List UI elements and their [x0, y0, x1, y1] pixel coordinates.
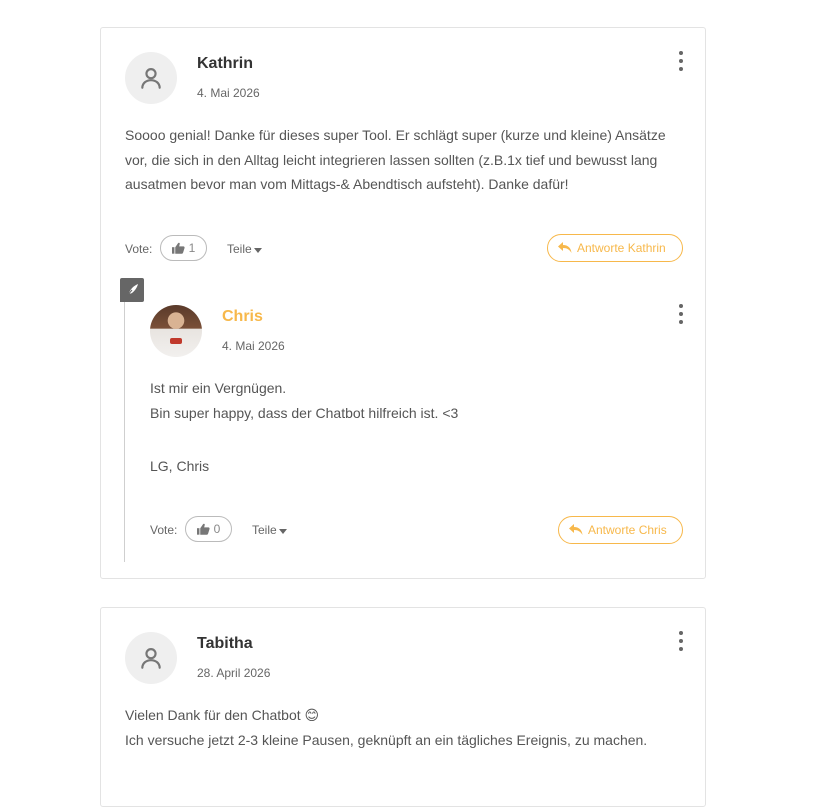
reply-line: Bin super happy, dass der Chatbot hilfre… [150, 404, 459, 421]
vote-label: Vote: [150, 523, 178, 537]
reply-button[interactable]: Antworte Chris [558, 516, 683, 544]
caret-down-icon [253, 247, 262, 253]
reply-line: Ist mir ein Vergnügen. [150, 380, 287, 396]
reply-button[interactable]: Antworte Kathrin [547, 234, 683, 262]
thumbs-up-icon [171, 242, 185, 254]
thread-line [124, 300, 125, 562]
comment-text-body: Soooo genial! Danke für dieses super Too… [125, 127, 666, 192]
reply-text: Ist mir ein Vergnügen. Bin super happy, … [150, 376, 680, 478]
more-options-icon[interactable] [675, 631, 687, 651]
feather-reply-icon [126, 284, 138, 297]
more-options-icon[interactable] [675, 51, 687, 71]
share-button[interactable]: Teile [252, 523, 287, 537]
comment-author[interactable]: Kathrin [197, 55, 253, 73]
reply-arrow-icon [569, 524, 583, 535]
upvote-button[interactable]: 0 [185, 516, 232, 542]
reply-line-blank [150, 425, 680, 454]
reply-label: Antworte Chris [588, 523, 667, 537]
comment-date[interactable]: 28. April 2026 [197, 666, 270, 680]
reply-author[interactable]: Chris [222, 308, 263, 326]
comment-author[interactable]: Tabitha [197, 635, 253, 653]
thumbs-up-icon [196, 523, 210, 535]
reply-badge [120, 278, 144, 302]
comment-text: Vielen Dank für den Chatbot 😊 Ich versuc… [125, 703, 685, 752]
comment-text: Soooo genial! Danke für dieses super Too… [125, 123, 685, 197]
comment-date[interactable]: 4. Mai 2026 [197, 86, 260, 100]
share-button[interactable]: Teile [227, 242, 262, 256]
share-label: Teile [227, 242, 252, 256]
reply-date[interactable]: 4. Mai 2026 [222, 339, 285, 353]
profile-photo [170, 338, 182, 344]
share-label: Teile [252, 523, 277, 537]
more-options-icon[interactable] [675, 304, 687, 324]
upvote-button[interactable]: 1 [160, 235, 207, 261]
reply-arrow-icon [558, 242, 572, 253]
comment-line: Ich versuche jetzt 2-3 kleine Pausen, ge… [125, 731, 648, 748]
vote-label: Vote: [125, 242, 153, 256]
reply-line: LG, Chris [150, 457, 210, 474]
comment-card-kathrin [100, 27, 706, 579]
user-icon [141, 648, 161, 669]
avatar-chris [150, 305, 202, 357]
reply-label: Antworte Kathrin [577, 241, 666, 255]
avatar-kathrin [125, 52, 177, 104]
avatar-tabitha [125, 632, 177, 684]
vote-count: 1 [188, 241, 196, 255]
user-icon [141, 68, 161, 89]
caret-down-icon [278, 528, 287, 534]
vote-count: 0 [213, 522, 221, 536]
comment-line: Vielen Dank für den Chatbot 😊 [125, 707, 320, 723]
